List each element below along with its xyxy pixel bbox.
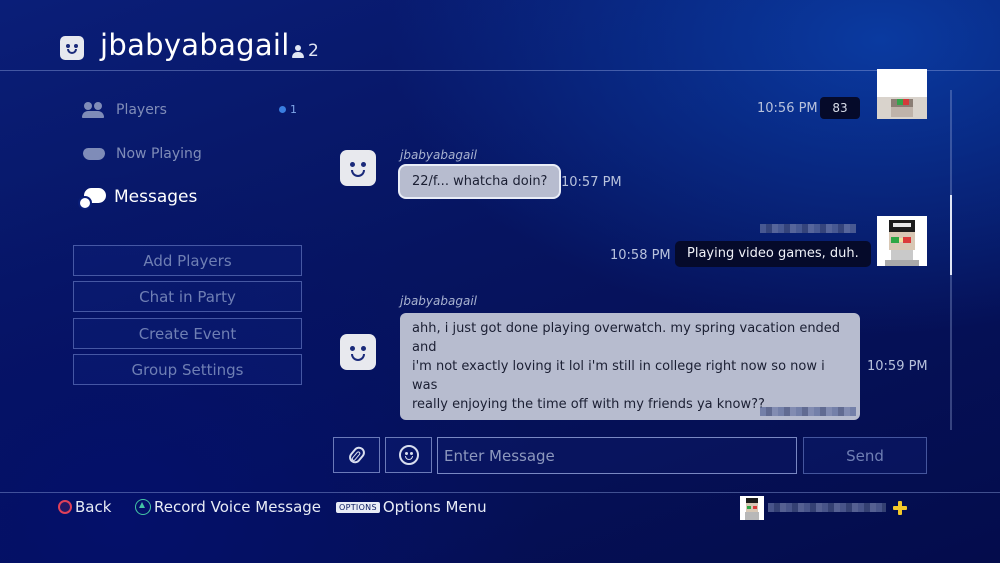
sender-avatar	[340, 150, 376, 186]
record-voice-label: Record Voice Message	[154, 498, 322, 516]
gamepad-icon	[82, 145, 108, 163]
sender-name: jbabyabagail	[400, 148, 477, 162]
circle-button-icon	[58, 500, 72, 514]
triangle-button-icon	[135, 499, 151, 515]
group-settings-button[interactable]: Group Settings	[73, 354, 302, 385]
playstation-plus-icon	[893, 501, 907, 515]
sender-avatar	[340, 334, 376, 370]
chat-in-party-button[interactable]: Chat in Party	[73, 281, 302, 312]
message-input[interactable]	[437, 437, 797, 474]
create-event-button[interactable]: Create Event	[73, 318, 302, 349]
user-avatar	[877, 216, 927, 266]
sender-name-redacted	[760, 407, 856, 416]
chat-scrollbar-thumb[interactable]	[950, 195, 952, 275]
options-menu-label: Options Menu	[382, 498, 487, 516]
smiley-icon	[398, 445, 419, 465]
back-hint[interactable]: Back	[58, 498, 111, 516]
nav-messages-label: Messages	[114, 187, 198, 207]
message-bubble-outgoing[interactable]: Playing video games, duh.	[675, 241, 871, 267]
nav-now-playing-label: Now Playing	[116, 146, 202, 162]
person-icon	[292, 44, 304, 58]
paperclip-icon	[346, 444, 367, 466]
back-label: Back	[75, 498, 112, 516]
nav-messages[interactable]: Messages	[80, 187, 198, 208]
footer-divider	[0, 492, 1000, 493]
sender-name-redacted	[760, 224, 856, 233]
user-avatar	[740, 496, 764, 520]
record-voice-hint[interactable]: Record Voice Message	[135, 498, 321, 516]
players-badge: 1	[279, 103, 297, 116]
message-time: 10:57 PM	[561, 175, 622, 190]
nav-now-playing[interactable]: Now Playing	[82, 145, 202, 163]
options-key-icon: OPTIONS	[336, 501, 380, 513]
user-avatar	[877, 69, 927, 119]
member-count: 2	[292, 41, 319, 61]
username-redacted	[768, 503, 886, 512]
message-bubble-incoming[interactable]: 22/f... whatcha doin?	[400, 166, 560, 197]
sender-name: jbabyabagail	[400, 294, 477, 308]
message-time: 10:59 PM	[867, 359, 928, 374]
message-time: 10:56 PM	[757, 101, 818, 116]
players-badge-count: 1	[290, 103, 297, 116]
message-time: 10:58 PM	[610, 248, 671, 263]
emoji-button[interactable]	[385, 437, 432, 473]
nav-players[interactable]: Players	[82, 101, 167, 119]
online-dot-icon	[279, 106, 286, 113]
message-line: ahh, i just got done playing overwatch. …	[412, 321, 841, 355]
nav-players-label: Players	[116, 102, 167, 118]
speech-bubble-icon	[80, 188, 106, 208]
send-button[interactable]: Send	[803, 437, 927, 474]
header-divider	[0, 70, 1000, 71]
page-title: jbabyabagail	[100, 28, 290, 62]
attach-button[interactable]	[333, 437, 380, 473]
messages-app-icon	[60, 36, 84, 60]
message-bubble-outgoing[interactable]: 83	[820, 97, 860, 119]
add-players-button[interactable]: Add Players	[73, 245, 302, 276]
member-count-value: 2	[308, 41, 319, 61]
options-menu-hint[interactable]: OPTIONS Options Menu	[336, 498, 487, 516]
players-icon	[82, 101, 108, 119]
message-bubble-incoming[interactable]: ahh, i just got done playing overwatch. …	[400, 313, 860, 420]
message-line: i'm not exactly loving it lol i'm still …	[412, 359, 825, 393]
